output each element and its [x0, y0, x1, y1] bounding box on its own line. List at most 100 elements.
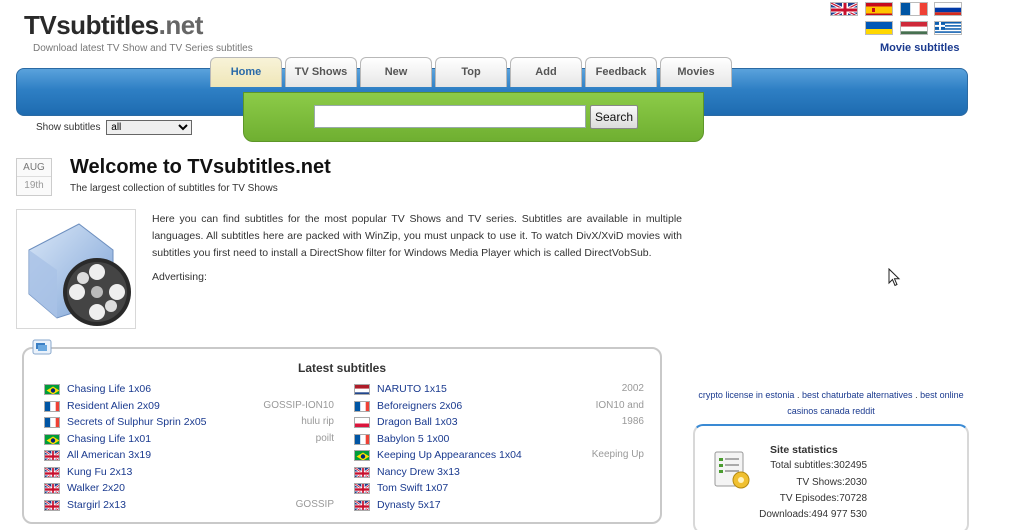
latest-list-right: NARUTO 1x15 2002 Beforeigners 2x06 ION10… — [354, 382, 644, 514]
subtitle-link[interactable]: Resident Alien 2x09 — [67, 400, 160, 412]
list-item: Chasing Life 1x06 — [44, 382, 334, 399]
subtitle-link[interactable]: All American 3x19 — [67, 449, 151, 461]
list-item: NARUTO 1x15 2002 — [354, 382, 644, 399]
tab-add[interactable]: Add — [510, 57, 582, 87]
spain-flag-icon[interactable] — [865, 2, 893, 16]
list-item: Babylon 5 1x00 — [354, 432, 644, 449]
ad-link-2[interactable]: best chaturbate alternatives — [802, 390, 913, 400]
intro-text: Here you can find subtitles for the most… — [152, 213, 682, 259]
subtitle-link[interactable]: Tom Swift 1x07 — [377, 482, 448, 494]
search-input[interactable] — [314, 105, 586, 128]
list-item: Tom Swift 1x07 — [354, 481, 644, 498]
uk-flag-icon — [44, 466, 60, 478]
subtitle-link[interactable]: Stargirl 2x13 — [67, 499, 126, 511]
tab-tv-shows[interactable]: TV Shows — [285, 57, 357, 87]
page: TVsubtitles.net Download latest TV Show … — [0, 0, 1024, 530]
page-subtitle: The largest collection of subtitles for … — [70, 183, 278, 194]
ukraine-flag-icon[interactable] — [865, 21, 893, 35]
film-reel-image — [16, 209, 136, 329]
france-flag-icon — [354, 400, 370, 412]
release-name: hulu rip — [301, 416, 334, 427]
subtitle-link[interactable]: Nancy Drew 3x13 — [377, 466, 460, 478]
logo-suffix: .net — [158, 10, 204, 40]
mouse-cursor-icon — [888, 268, 901, 287]
subtitle-link[interactable]: Babylon 5 1x00 — [377, 433, 449, 445]
subtitle-link[interactable]: Keeping Up Appearances 1x04 — [377, 449, 522, 461]
latest-subtitles-panel: Latest subtitles Chasing Life 1x06 Resid… — [22, 347, 662, 524]
ad-separator: . — [915, 390, 918, 400]
poland-flag-icon — [354, 417, 370, 428]
uk-flag-icon — [354, 499, 370, 511]
show-subtitles-filter: Show subtitles all — [36, 120, 193, 135]
film-reel-icon — [28, 223, 131, 326]
uk-flag-icon — [44, 483, 60, 494]
list-item: Nancy Drew 3x13 — [354, 465, 644, 482]
stat-tv-episodes: TV Episodes:70728 — [779, 493, 867, 504]
logo-main: TVsubtitles — [24, 10, 159, 40]
list-item: Kung Fu 2x13 — [44, 465, 334, 482]
sponsored-links: crypto license in estonia . best chaturb… — [690, 387, 972, 419]
brazil-flag-icon — [354, 450, 370, 461]
ad-link-1[interactable]: crypto license in estonia — [698, 390, 794, 400]
netherlands-flag-icon — [354, 384, 370, 395]
site-statistics-panel: Site statistics Total subtitles:302495 T… — [693, 424, 969, 530]
movie-subtitles-link[interactable]: Movie subtitles — [880, 42, 959, 54]
list-item: Dragon Ball 1x03 1986 — [354, 415, 644, 432]
list-item: Resident Alien 2x09 GOSSIP-ION10 — [44, 399, 334, 416]
stat-downloads: Downloads:494 977 530 — [759, 509, 867, 520]
subtitle-link[interactable]: NARUTO 1x15 — [377, 383, 447, 395]
subtitle-link[interactable]: Dragon Ball 1x03 — [377, 416, 458, 428]
tab-top[interactable]: Top — [435, 57, 507, 87]
release-name: Keeping Up — [591, 449, 644, 460]
list-item: Stargirl 2x13 GOSSIP — [44, 498, 334, 515]
tab-new[interactable]: New — [360, 57, 432, 87]
hungary-flag-icon[interactable] — [900, 21, 928, 35]
subtitle-link[interactable]: Walker 2x20 — [67, 482, 125, 494]
subtitle-link[interactable]: Chasing Life 1x06 — [67, 383, 151, 395]
tab-movies[interactable]: Movies — [660, 57, 732, 87]
search-button[interactable]: Search — [590, 105, 638, 129]
release-name: 1986 — [621, 416, 644, 427]
tab-feedback[interactable]: Feedback — [585, 57, 657, 87]
list-item: Walker 2x20 — [44, 481, 334, 498]
latest-list-left: Chasing Life 1x06 Resident Alien 2x09 GO… — [44, 382, 334, 514]
release-name: poilt — [315, 432, 334, 444]
uk-flag-icon — [354, 483, 370, 494]
russia-flag-icon[interactable] — [934, 2, 962, 16]
france-flag-icon — [44, 400, 60, 412]
greece-flag-icon[interactable] — [934, 21, 962, 35]
subtitle-link[interactable]: Dynasty 5x17 — [377, 499, 441, 511]
page-title: Welcome to TVsubtitles.net — [70, 156, 331, 178]
uk-flag-icon — [354, 466, 370, 478]
brazil-flag-icon — [44, 384, 60, 395]
uk-flag-icon — [44, 450, 60, 461]
show-subtitles-select[interactable]: all — [106, 120, 193, 135]
list-item: Secrets of Sulphur Sprin 2x05 hulu rip — [44, 415, 334, 432]
release-name: GOSSIP — [295, 498, 334, 510]
ad-separator: . — [796, 390, 800, 400]
subtitle-link[interactable]: Kung Fu 2x13 — [67, 466, 132, 478]
france-flag-icon[interactable] — [900, 2, 928, 16]
uk-flag-icon — [44, 499, 60, 511]
subtitle-link[interactable]: Beforeigners 2x06 — [377, 400, 462, 412]
france-flag-icon — [354, 433, 370, 445]
subtitle-link[interactable]: Secrets of Sulphur Sprin 2x05 — [67, 416, 207, 428]
france-flag-icon — [44, 417, 60, 428]
stat-tv-shows: TV Shows:2030 — [796, 477, 867, 488]
list-item: All American 3x19 — [44, 448, 334, 465]
tab-home[interactable]: Home — [210, 57, 282, 87]
site-logo[interactable]: TVsubtitles.net — [24, 10, 203, 41]
date-month: AUG — [17, 159, 51, 177]
list-item: Dynasty 5x17 — [354, 498, 644, 515]
site-statistics-title: Site statistics — [770, 444, 838, 456]
date-badge: AUG 19th — [16, 158, 52, 196]
date-day: 19th — [24, 180, 44, 191]
site-tagline: Download latest TV Show and TV Series su… — [33, 43, 253, 54]
release-name: ION10 and — [595, 399, 644, 411]
subtitles-badge-icon — [32, 339, 52, 355]
show-subtitles-label: Show subtitles — [36, 122, 101, 133]
stat-total-subtitles: Total subtitles:302495 — [770, 460, 867, 471]
search-panel: Search — [243, 92, 704, 142]
uk-flag-icon[interactable] — [830, 2, 858, 16]
subtitle-link[interactable]: Chasing Life 1x01 — [67, 433, 151, 445]
